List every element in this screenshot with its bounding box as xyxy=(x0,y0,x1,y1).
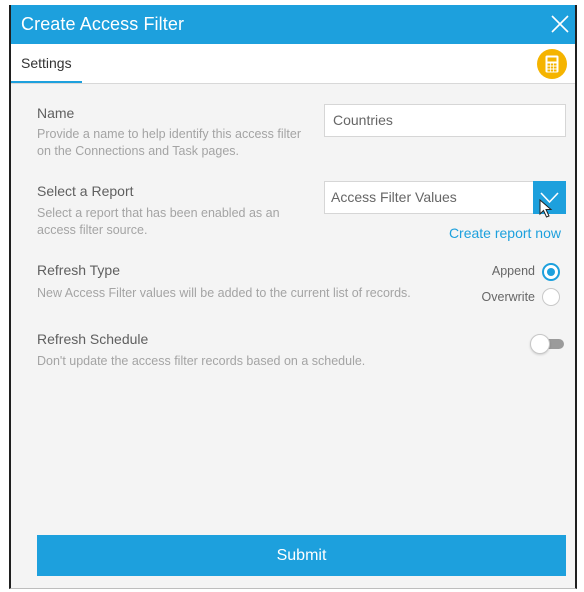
append-option-label: Append xyxy=(491,264,535,278)
calculator-button[interactable] xyxy=(537,49,567,79)
name-input[interactable]: Countries xyxy=(324,104,566,137)
dialog-titlebar: Create Access Filter xyxy=(11,5,575,44)
create-report-link[interactable]: Create report now xyxy=(449,225,561,241)
calculator-icon xyxy=(545,55,559,73)
refresh-type-description: New Access Filter values will be added t… xyxy=(37,286,411,300)
refresh-schedule-toggle[interactable] xyxy=(530,334,566,354)
append-radio[interactable] xyxy=(542,263,560,281)
name-label: Name xyxy=(37,105,75,121)
create-access-filter-dialog: Create Access Filter Settings Name Provi… xyxy=(9,5,577,589)
mouse-pointer-icon xyxy=(539,198,553,224)
refresh-schedule-description: Don't update the access filter records b… xyxy=(37,354,366,368)
report-select-value: Access Filter Values xyxy=(331,189,457,205)
close-icon[interactable] xyxy=(549,13,571,35)
dialog-title: Create Access Filter xyxy=(21,14,185,34)
tab-settings[interactable]: Settings xyxy=(11,44,82,83)
report-description: Select a report that has been enabled as… xyxy=(37,206,280,237)
report-label: Select a Report xyxy=(37,183,134,199)
submit-button[interactable]: Submit xyxy=(37,535,566,576)
name-description: Provide a name to help identify this acc… xyxy=(37,127,302,158)
refresh-schedule-label: Refresh Schedule xyxy=(37,331,149,347)
overwrite-option-label: Overwrite xyxy=(481,290,535,304)
toggle-knob xyxy=(530,334,550,354)
overwrite-radio[interactable] xyxy=(542,288,560,306)
tab-bar: Settings xyxy=(11,44,575,84)
report-select[interactable]: Access Filter Values xyxy=(324,181,566,214)
refresh-type-label: Refresh Type xyxy=(37,262,121,278)
